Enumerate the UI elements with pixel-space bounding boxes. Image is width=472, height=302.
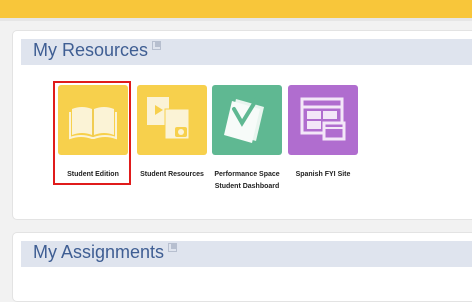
my-assignments-header: My Assignments	[21, 241, 472, 267]
my-resources-title[interactable]: My Resources	[33, 40, 162, 61]
top-bar	[0, 0, 472, 18]
selection-highlight	[53, 81, 131, 185]
website-icon[interactable]	[288, 85, 358, 155]
tile-label: Spanish FYI Site	[295, 171, 351, 178]
top-bar-shadow	[0, 18, 472, 21]
tile-student-resources[interactable]: Student Resources	[137, 85, 207, 181]
my-resources-header: My Resources	[21, 39, 472, 65]
my-resources-title-text: My Resources	[33, 40, 149, 60]
tile-performance-space-dashboard[interactable]: Performance Space Student Dashboard	[212, 85, 282, 193]
tile-spanish-fyi-site[interactable]: Spanish FYI Site	[288, 85, 358, 181]
my-assignments-panel: My Assignments	[12, 232, 472, 302]
external-link-icon[interactable]	[168, 243, 178, 252]
my-resources-panel: My Resources Student Edition Student Res…	[12, 30, 472, 220]
my-assignments-title[interactable]: My Assignments	[33, 242, 178, 263]
tile-label: Performance Space Student Dashboard	[214, 171, 280, 190]
tile-label: Student Resources	[140, 171, 204, 178]
my-assignments-title-text: My Assignments	[33, 242, 165, 262]
paper-checkmark-icon[interactable]	[212, 85, 282, 155]
external-link-icon[interactable]	[152, 41, 162, 50]
media-files-icon[interactable]	[137, 85, 207, 155]
